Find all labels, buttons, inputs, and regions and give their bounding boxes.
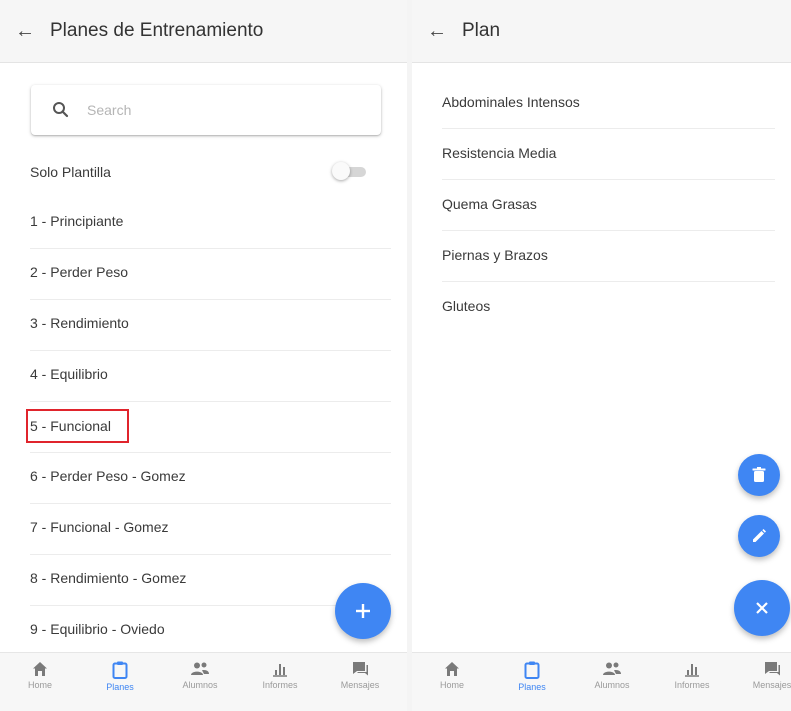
nav-item-alumnos[interactable]: Alumnos	[572, 653, 652, 711]
plan-list-item[interactable]: 4 - Equilibrio	[0, 351, 407, 402]
app-bar: ← Plan	[412, 0, 791, 63]
people-icon	[160, 661, 240, 677]
plan-name: 4 - Equilibrio	[30, 366, 108, 382]
nav-item-mensajes[interactable]: Mensajes	[320, 653, 400, 711]
delete-button[interactable]	[738, 454, 780, 496]
routine-list-item[interactable]: Quema Grasas	[412, 180, 791, 231]
search-icon	[53, 102, 69, 118]
plan-name: 1 - Principiante	[30, 213, 124, 229]
plan-name: 5 - Funcional	[26, 409, 129, 443]
nav-item-planes[interactable]: Planes	[80, 653, 160, 711]
bar-chart-icon	[240, 661, 320, 677]
edit-icon	[753, 529, 766, 542]
nav-label: Informes	[674, 680, 710, 690]
close-menu-button[interactable]	[734, 580, 790, 636]
routine-name: Abdominales Intensos	[442, 94, 580, 110]
routine-list: Abdominales Intensos Resistencia Media Que…	[412, 78, 791, 333]
routine-name: Piernas y Brazos	[442, 247, 548, 263]
bottom-navigation: Home Planes Alumnos Informes Mensajes	[412, 652, 791, 711]
nav-item-home[interactable]: Home	[412, 653, 492, 711]
nav-item-planes[interactable]: Planes	[492, 653, 572, 711]
routine-name: Gluteos	[442, 298, 491, 314]
search-input[interactable]	[85, 101, 369, 119]
plan-list-item[interactable]: 5 - Funcional	[0, 402, 407, 453]
nav-label: Mensajes	[752, 680, 791, 690]
nav-item-home[interactable]: Home	[0, 653, 80, 711]
close-icon	[756, 602, 768, 614]
plan-name: 9 - Equilibrio - Oviedo	[30, 621, 165, 637]
plus-icon	[356, 604, 370, 618]
routine-name: Resistencia Media	[442, 145, 557, 161]
add-plan-button[interactable]	[335, 583, 391, 639]
home-icon	[0, 661, 80, 677]
nav-item-informes[interactable]: Informes	[240, 653, 320, 711]
back-arrow-icon[interactable]: ←	[0, 20, 50, 43]
plan-name: 7 - Funcional - Gomez	[30, 519, 169, 535]
search-box[interactable]	[31, 85, 381, 135]
app-bar: ← Planes de Entrenamiento	[0, 0, 407, 63]
chat-icon	[320, 661, 400, 677]
plan-list-item[interactable]: 2 - Perder Peso	[0, 249, 407, 300]
template-filter-row: Solo Plantilla	[0, 148, 407, 198]
back-arrow-icon[interactable]: ←	[412, 20, 462, 43]
clipboard-icon	[80, 661, 160, 679]
nav-label: Home	[27, 680, 52, 690]
routine-list-item[interactable]: Resistencia Media	[412, 129, 791, 180]
plan-name: 8 - Rendimiento - Gomez	[30, 570, 187, 586]
routine-list-item[interactable]: Piernas y Brazos	[412, 231, 791, 282]
plan-name: 2 - Perder Peso	[30, 264, 129, 280]
routine-list-item[interactable]: Abdominales Intensos	[412, 78, 791, 129]
nav-item-alumnos[interactable]: Alumnos	[160, 653, 240, 711]
plan-list-item[interactable]: 1 - Principiante	[0, 198, 407, 249]
bottom-navigation: Home Planes Alumnos Informes Mensajes	[0, 652, 407, 711]
routine-name: Quema Grasas	[442, 196, 537, 212]
plan-list-item[interactable]: 7 - Funcional - Gomez	[0, 504, 407, 555]
nav-label: Alumnos	[594, 680, 630, 690]
chat-icon	[732, 661, 791, 677]
nav-label: Home	[439, 680, 464, 690]
delete-icon	[752, 467, 766, 482]
people-icon	[572, 661, 652, 677]
edit-button[interactable]	[738, 515, 780, 557]
nav-label: Informes	[262, 680, 298, 690]
nav-label: Planes	[106, 682, 134, 692]
home-icon	[412, 661, 492, 677]
page-title: Planes de Entrenamiento	[50, 20, 264, 41]
plan-list-item[interactable]: 3 - Rendimiento	[0, 300, 407, 351]
template-toggle[interactable]	[332, 162, 368, 180]
routine-list-item[interactable]: Gluteos	[412, 282, 791, 333]
plans-pane: ← Planes de Entrenamiento Solo Plantilla…	[0, 0, 407, 711]
plan-detail-pane: ← Plan Abdominales Intensos Resistencia M…	[412, 0, 791, 711]
plan-name: 3 - Rendimiento	[30, 315, 129, 331]
nav-item-mensajes[interactable]: Mensajes	[732, 653, 791, 711]
plan-list-item[interactable]: 6 - Perder Peso - Gomez	[0, 453, 407, 504]
plan-name: 6 - Perder Peso - Gomez	[30, 468, 186, 484]
bar-chart-icon	[652, 661, 732, 677]
clipboard-icon	[492, 661, 572, 679]
toggle-label: Solo Plantilla	[30, 164, 111, 180]
nav-label: Mensajes	[340, 680, 380, 690]
page-title: Plan	[462, 20, 501, 41]
nav-label: Planes	[518, 682, 546, 692]
nav-label: Alumnos	[182, 680, 218, 690]
nav-item-informes[interactable]: Informes	[652, 653, 732, 711]
